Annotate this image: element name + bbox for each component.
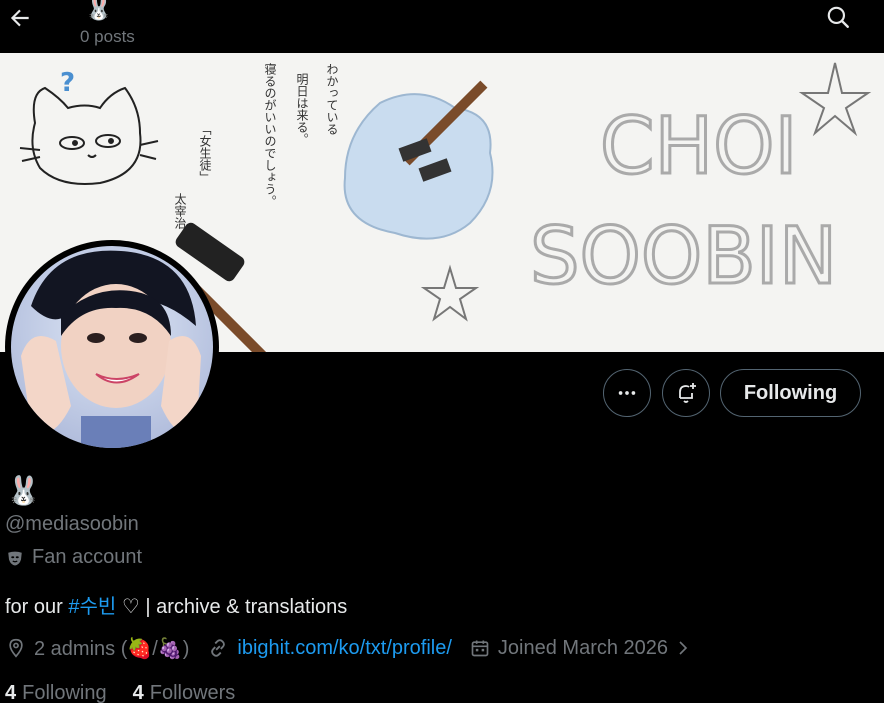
notifications-button[interactable] [662,369,710,417]
profile-name-header: 🐰 [85,0,113,21]
website-item[interactable]: ibighit.com/ko/txt/profile/ [207,637,452,660]
back-button[interactable] [4,2,36,34]
joined-text: Joined March 2026 [497,636,669,659]
profile-handle: @mediasoobin [5,513,139,535]
mask-icon [8,551,22,565]
banner-text-soobin: SOOBIN [530,212,837,302]
arrow-left-icon [10,9,29,27]
bell-plus-icon [679,383,696,403]
follow-stats: 4 Following 4 Followers [5,682,235,703]
more-icon [618,391,636,395]
search-icon [827,6,849,28]
bio-text-rest: ♡ | archive & translations [116,596,348,618]
calendar-icon [471,640,489,657]
top-bar: 🐰 0 posts [0,0,884,53]
location-pin-icon [9,638,23,658]
chevron-right-icon [679,641,688,655]
svg-text:?: ? [60,68,75,98]
jp-text-col2: 明日は来る。 [295,73,309,145]
jp-text-author: 太宰治 [173,192,187,229]
bio-hashtag[interactable]: #수빈 [68,596,116,618]
jp-text-title: 「女生徒」 [198,123,212,183]
jp-text-col1: わかっている [325,63,339,135]
more-options-button[interactable] [603,369,651,417]
location-item: 2 admins (🍓/🍇) [6,636,189,661]
link-icon [211,639,226,657]
profile-meta: 2 admins (🍓/🍇) ibighit.com/ko/txt/profil… [6,633,708,663]
following-button[interactable]: Following [720,369,861,417]
account-type: Fan account [6,546,142,569]
website-link[interactable]: ibighit.com/ko/txt/profile/ [237,637,452,660]
avatar-photo [11,246,213,448]
followers-count: 4 [132,682,144,703]
followers-stat[interactable]: 4 Followers [133,682,236,703]
search-button[interactable] [824,3,852,31]
following-count: 4 [5,682,17,703]
following-stat-label: Following [22,682,107,703]
account-type-label: Fan account [32,546,143,568]
profile-name: 🐰 [6,475,41,506]
bio-text: for our [5,596,69,618]
post-count: 0 posts [80,27,135,46]
banner-text-choi: CHOI [600,102,798,192]
joined-item[interactable]: Joined March 2026 [470,637,690,660]
location-text: 2 admins (🍓/🍇) [34,637,190,660]
jp-text-col3: 寝るのがいいのでしょう。 [263,62,277,207]
avatar[interactable] [5,240,219,454]
profile-bio: for our #수빈 ♡ | archive & translations [5,590,347,619]
following-stat[interactable]: 4 Following [5,682,107,703]
followers-stat-label: Followers [149,682,236,703]
